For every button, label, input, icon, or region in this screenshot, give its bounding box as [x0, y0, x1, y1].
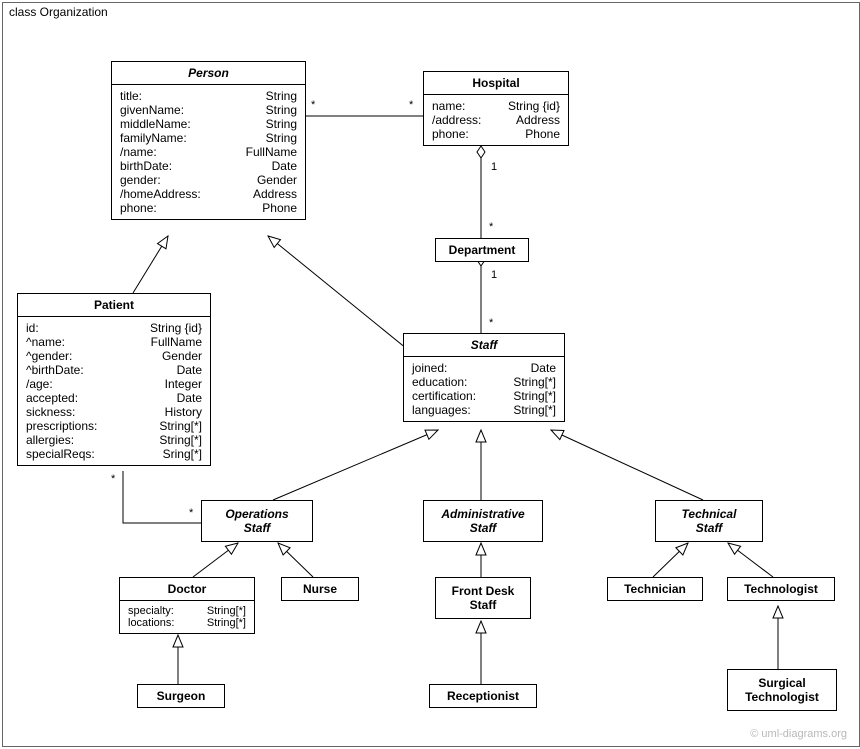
class-receptionist: Receptionist — [429, 684, 537, 708]
class-staff-attrs: joined:Date education:String[*] certific… — [404, 357, 564, 421]
class-nurse-name: Nurse — [282, 578, 358, 600]
mult-dept-staff-b: * — [489, 317, 493, 329]
class-technician-name: Technician — [608, 578, 702, 600]
mult-dept-staff-a: 1 — [491, 269, 497, 281]
diagram-frame: class Organization — [2, 2, 860, 747]
class-patient: Patient id:String {id} ^name:FullName ^g… — [17, 293, 211, 466]
class-technologist-name: Technologist — [728, 578, 834, 600]
class-department: Department — [435, 238, 529, 262]
class-hospital: Hospital name:String {id} /address:Addre… — [423, 71, 569, 146]
class-hospital-attrs: name:String {id} /address:Address phone:… — [424, 95, 568, 145]
mult-person-hosp-b: * — [409, 99, 413, 111]
class-surg-tech-name: Surgical Technologist — [728, 670, 836, 710]
class-doctor-attrs: specialty:String[*] locations:String[*] — [120, 601, 254, 633]
frame-label: class Organization — [2, 2, 119, 21]
mult-hosp-dept-a: 1 — [491, 161, 497, 173]
class-patient-attrs: id:String {id} ^name:FullName ^gender:Ge… — [18, 317, 210, 465]
class-admin-staff-name: Administrative Staff — [424, 501, 542, 541]
class-surgeon-name: Surgeon — [138, 685, 224, 707]
class-person-name: Person — [112, 62, 305, 85]
class-tech-staff: Technical Staff — [655, 500, 763, 542]
class-doctor: Doctor specialty:String[*] locations:Str… — [119, 577, 255, 634]
class-receptionist-name: Receptionist — [430, 685, 536, 707]
class-nurse: Nurse — [281, 577, 359, 601]
class-technician: Technician — [607, 577, 703, 601]
class-patient-name: Patient — [18, 294, 210, 317]
mult-person-hosp-a: * — [311, 99, 315, 111]
class-admin-staff: Administrative Staff — [423, 500, 543, 542]
class-frontdesk-name: Front Desk Staff — [436, 578, 530, 618]
class-ops-staff: Operations Staff — [201, 500, 313, 542]
mult-patient-ops-a: * — [111, 473, 115, 485]
class-department-name: Department — [436, 239, 528, 261]
class-technologist: Technologist — [727, 577, 835, 601]
class-hospital-name: Hospital — [424, 72, 568, 95]
class-person-attrs: title:String givenName:String middleName… — [112, 85, 305, 219]
mult-hosp-dept-b: * — [489, 221, 493, 233]
class-person: Person title:String givenName:String mid… — [111, 61, 306, 220]
class-tech-staff-name: Technical Staff — [656, 501, 762, 541]
class-staff: Staff joined:Date education:String[*] ce… — [403, 333, 565, 422]
class-staff-name: Staff — [404, 334, 564, 357]
class-frontdesk: Front Desk Staff — [435, 577, 531, 619]
copyright-text: © uml-diagrams.org — [750, 728, 847, 740]
mult-patient-ops-b: * — [189, 507, 193, 519]
class-surgeon: Surgeon — [137, 684, 225, 708]
class-doctor-name: Doctor — [120, 578, 254, 601]
class-surg-tech: Surgical Technologist — [727, 669, 837, 711]
class-ops-staff-name: Operations Staff — [202, 501, 312, 541]
